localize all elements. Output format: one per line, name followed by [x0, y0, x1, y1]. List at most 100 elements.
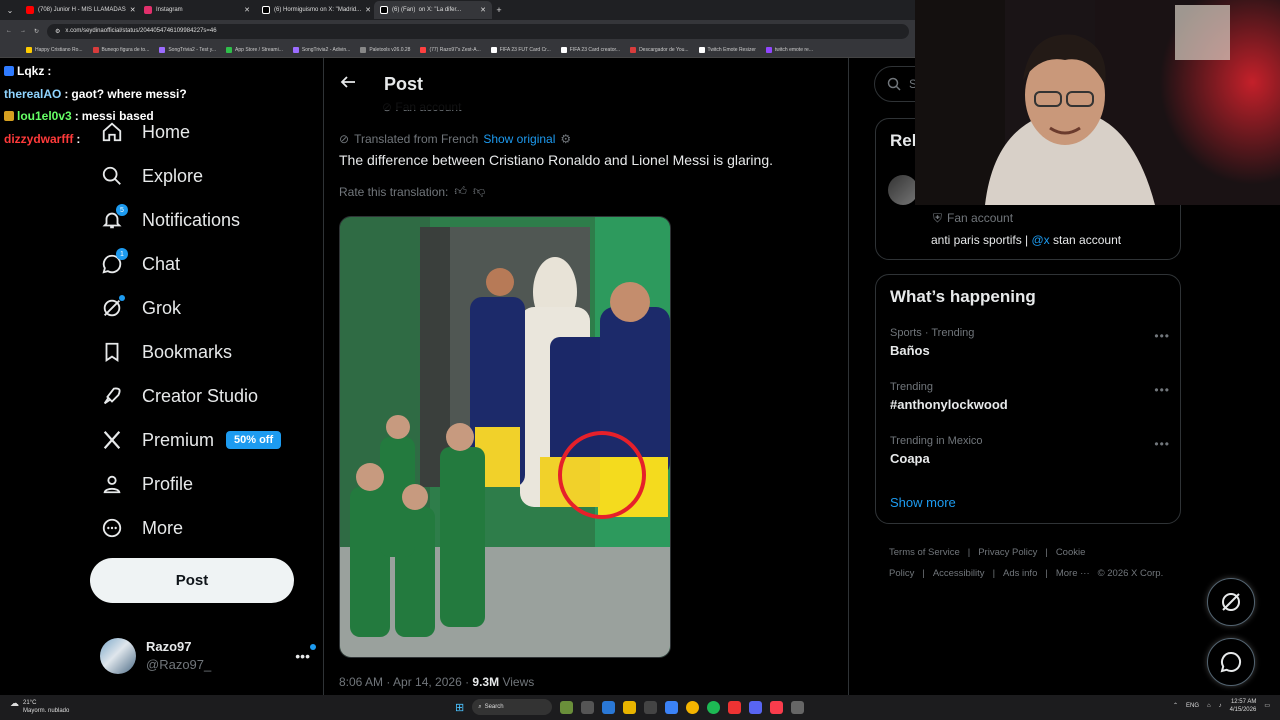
taskbar-apps: ⊞ ⌕ Search — [455, 699, 805, 715]
taskbar-search[interactable]: ⌕ Search — [472, 699, 553, 715]
account-switcher[interactable]: Razo97 @Razo97_ ••• — [100, 638, 316, 674]
bookmark-item[interactable]: Paletools v26.0.28 — [360, 46, 410, 53]
more-dots-icon[interactable]: ••• — [1154, 329, 1170, 343]
app-icon[interactable] — [791, 700, 805, 714]
windows-start-icon[interactable]: ⊞ — [455, 701, 464, 714]
bookmark-item[interactable]: FIFA 23 FUT Card Cr... — [490, 46, 551, 53]
bookmark-item[interactable]: Buneqo figura de to... — [92, 46, 149, 53]
nav-item-chat[interactable]: 1 Chat — [95, 242, 315, 286]
nav-item-bookmarks[interactable]: Bookmarks — [95, 330, 315, 374]
language-indicator[interactable]: ENG — [1186, 702, 1199, 710]
footer-link[interactable]: Accessibility — [933, 568, 985, 579]
premium-promo-badge: 50% off — [226, 431, 282, 449]
tab-search-icon[interactable]: ⌄ — [0, 6, 20, 15]
close-tab-icon[interactable]: ✕ — [244, 6, 250, 14]
nav-item-explore[interactable]: Explore — [95, 154, 315, 198]
nav-item-premium[interactable]: Premium 50% off — [95, 418, 315, 462]
notification-badge: 5 — [116, 204, 128, 216]
back-icon[interactable]: ← — [6, 28, 12, 34]
browser-tab[interactable]: (708) Junior H - MIS LLAMADAS ✕ — [20, 1, 138, 19]
views-count: 9.3M — [472, 675, 500, 689]
bio-text: anti paris sportifs | — [931, 233, 1029, 247]
system-tray: ⌃ ENG ⌂ ♪ 12:57 AM 4/15/2026 ▭ — [1173, 698, 1270, 714]
nav-item-creator-studio[interactable]: Creator Studio — [95, 374, 315, 418]
post-button[interactable]: Post — [90, 558, 294, 603]
new-tab-icon[interactable]: + — [492, 5, 506, 15]
trend-item[interactable]: Trending in Mexico Coapa ••• — [890, 435, 1170, 466]
nav-item-more[interactable]: More — [95, 506, 315, 550]
store-icon[interactable] — [644, 700, 658, 714]
more-dots-icon[interactable]: ••• — [1154, 437, 1170, 451]
trend-item[interactable]: Sports · Trending Baños ••• — [890, 327, 1170, 358]
thumbs-down-icon[interactable]: 👎︎ — [473, 184, 485, 199]
footer-link[interactable]: Ads info — [1003, 568, 1037, 579]
bookmark-item[interactable]: App Store / Streami... — [226, 46, 283, 53]
footer-link[interactable]: More ··· — [1056, 568, 1090, 579]
notifications-icon[interactable]: ▭ — [1264, 702, 1270, 710]
file-explorer-icon[interactable] — [623, 700, 637, 714]
forward-icon[interactable]: → — [20, 28, 26, 34]
footer-link[interactable]: Privacy Policy — [978, 547, 1037, 558]
settings-gear-icon[interactable]: ⚙ — [560, 132, 571, 146]
network-icon[interactable]: ⌂ — [1207, 702, 1211, 710]
thumbs-up-icon[interactable]: 👍︎ — [454, 184, 467, 199]
messages-fab-button[interactable] — [1207, 638, 1255, 686]
notification-badge: 1 — [116, 248, 128, 260]
bookmark-item[interactable]: SongTrivia2 - Adivin... — [292, 46, 350, 53]
discord-icon[interactable] — [749, 700, 763, 714]
more-dots-icon[interactable]: ••• — [295, 644, 316, 664]
show-more-link[interactable]: Show more — [890, 495, 956, 510]
bookmark-item[interactable]: Happy Cristiano Ro... — [26, 46, 83, 53]
browser-tab-active[interactable]: (6) (Fan) ⁣⁣ on X: "La difer... ✕ — [374, 1, 492, 19]
account-info: Razo97 @Razo97_ — [146, 638, 211, 674]
chrome-icon[interactable] — [686, 700, 700, 714]
spotify-icon[interactable] — [707, 700, 721, 714]
bookmark-item[interactable]: Twitch Emote Resizer — [698, 46, 756, 53]
post-video[interactable] — [339, 216, 671, 658]
bookmark-item[interactable]: Descargador de You... — [630, 46, 689, 53]
obs-icon[interactable] — [728, 700, 742, 714]
bookmark-item[interactable]: FIFA 23 Card creator... — [560, 46, 620, 53]
footer-link[interactable]: Terms of Service — [889, 547, 960, 558]
bookmark-favicon-icon — [92, 46, 99, 53]
bookmark-label: App Store / Streami... — [235, 46, 283, 53]
nav-item-grok[interactable]: Grok — [95, 286, 315, 330]
grok-fab-button[interactable] — [1207, 578, 1255, 626]
browser-tab[interactable]: (6) Hormiguismo on X: "Madrid... ✕ — [256, 1, 374, 19]
windows-taskbar: ☁ 21°C Mayorm. nublado ⊞ ⌕ Search ⌃ ENG ⌂ … — [0, 695, 1280, 720]
nav-item-profile[interactable]: Profile — [95, 462, 315, 506]
task-view-icon[interactable] — [581, 700, 595, 714]
trend-category: Trending in Mexico — [890, 435, 983, 447]
mail-icon[interactable] — [665, 700, 679, 714]
music-icon[interactable] — [770, 700, 784, 714]
bookmark-label: Descargador de You... — [639, 46, 689, 53]
trend-item[interactable]: Trending #anthonylockwood ••• — [890, 381, 1170, 412]
bookmark-item[interactable]: SongTrivia2 - Test y... — [159, 46, 216, 53]
nav-item-notifications[interactable]: 5 Notifications — [95, 198, 315, 242]
nav-item-label: Chat — [142, 253, 181, 274]
volume-icon[interactable]: ♪ — [1219, 702, 1222, 710]
tab-title: (6) Hormiguismo on X: "Madrid... — [274, 7, 362, 13]
bookmark-item[interactable]: twitch emote re... — [765, 46, 813, 53]
related-avatar[interactable] — [888, 175, 918, 205]
grok-icon — [1222, 593, 1240, 611]
show-original-link[interactable]: Show original — [483, 132, 555, 146]
close-tab-icon[interactable]: ✕ — [480, 6, 486, 14]
clock[interactable]: 12:57 AM 4/15/2026 — [1230, 698, 1257, 714]
weather-widget[interactable]: ☁ 21°C Mayorm. nublado — [10, 699, 69, 715]
browser-tab[interactable]: Instagram ✕ — [138, 1, 256, 19]
footer-link[interactable]: © 2026 X Corp. — [1098, 568, 1164, 579]
close-tab-icon[interactable]: ✕ — [130, 6, 136, 14]
back-arrow-icon[interactable] — [340, 74, 356, 95]
site-info-icon[interactable]: ⚙ — [55, 28, 60, 35]
chat-username: Lqkz — [17, 64, 45, 78]
chevron-up-icon[interactable]: ⌃ — [1173, 702, 1178, 710]
reload-icon[interactable]: ↻ — [34, 28, 39, 35]
address-bar[interactable]: ⚙ x.com/seydinaofficial/status/2044054746… — [47, 23, 909, 39]
bio-mention-link[interactable]: @x — [1032, 233, 1050, 247]
app-icon[interactable] — [560, 700, 574, 714]
edge-icon[interactable] — [602, 700, 616, 714]
bookmark-item[interactable]: (77) Razo97's Zest-A... — [420, 46, 481, 53]
more-dots-icon[interactable]: ••• — [1154, 383, 1170, 397]
close-tab-icon[interactable]: ✕ — [365, 6, 371, 14]
